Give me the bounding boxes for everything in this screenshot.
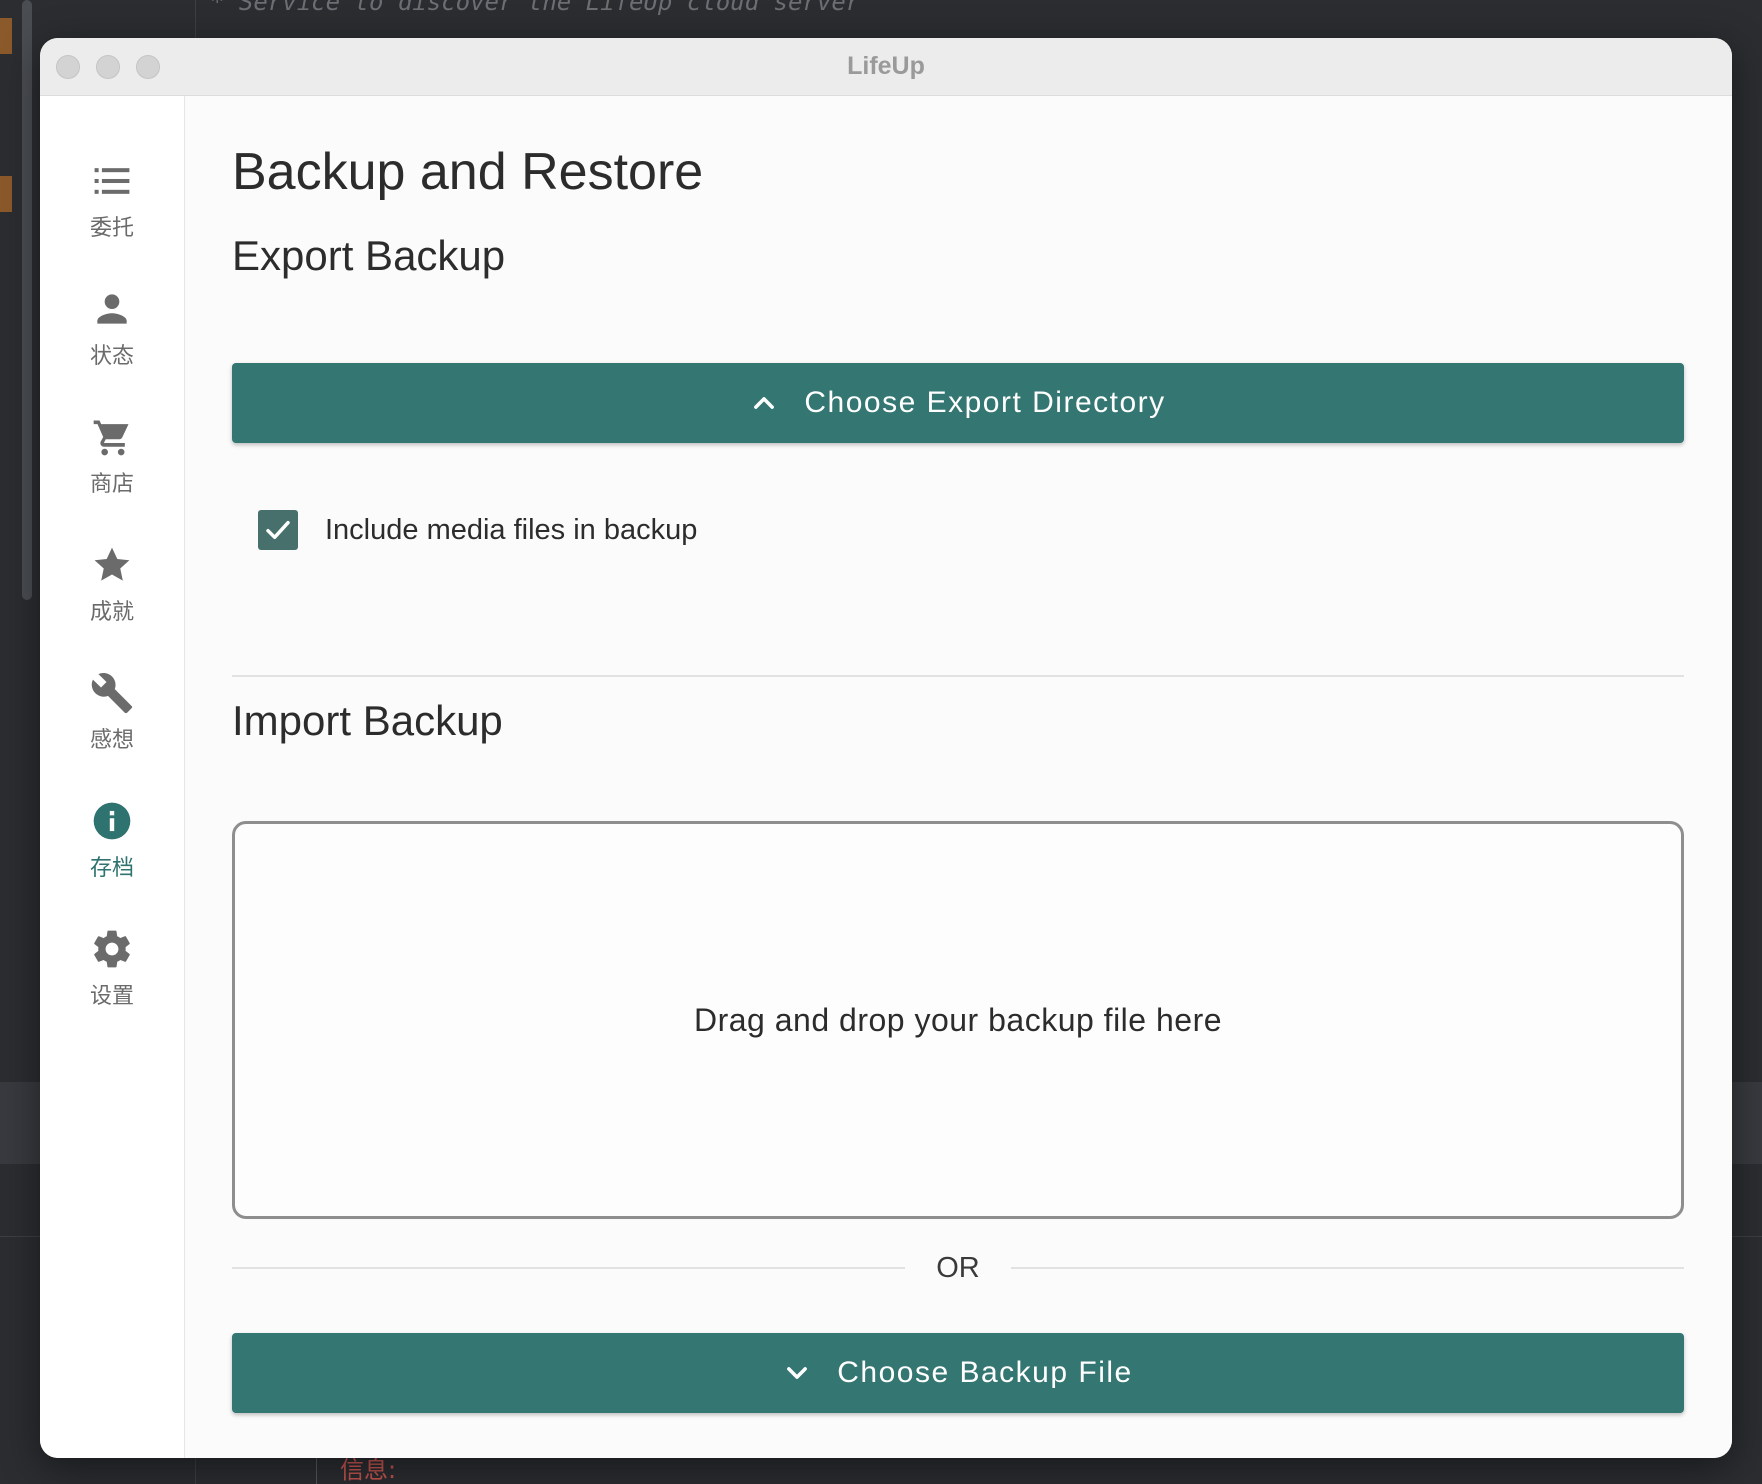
backup-dropzone[interactable]: Drag and drop your backup file here [232,821,1684,1219]
or-separator: OR [232,1248,1684,1288]
sidebar-item-label: 商店 [89,472,134,497]
sidebar-item-settings[interactable]: 设置 [40,916,184,1036]
button-label: Choose Export Directory [804,386,1166,419]
export-section-heading: Export Backup [232,232,506,279]
gear-icon [89,926,135,972]
separator-line [232,1267,905,1269]
include-media-label[interactable]: Include media files in backup [325,514,697,547]
sidebar-item-achievements[interactable]: 成就 [40,532,184,652]
window-title: LifeUp [847,52,925,80]
section-divider [232,675,1684,677]
editor-change-marker [0,176,12,212]
app-window: LifeUp 委托 状态 商店 成就 感想 存档 设置 Backup and R… [40,38,1732,1458]
titlebar[interactable]: LifeUp [40,38,1732,96]
choose-export-directory-button[interactable]: Choose Export Directory [232,363,1684,443]
sidebar-item-label: 感想 [89,728,134,753]
sidebar-item-label: 成就 [89,600,134,625]
sidebar-item-shop[interactable]: 商店 [40,404,184,524]
page-title: Backup and Restore [232,143,704,201]
button-label: Choose Backup File [837,1356,1133,1389]
chevron-up-icon [750,389,778,417]
cart-icon [89,414,135,460]
chevron-down-icon [783,1359,811,1387]
separator-line [1011,1267,1684,1269]
sidebar-item-quests[interactable]: 委托 [40,148,184,268]
wrench-icon [89,670,135,716]
person-icon [89,286,135,332]
sidebar-item-reflections[interactable]: 感想 [40,660,184,780]
editor-code-line: * Service to discover the LifeUp cloud s… [210,0,861,16]
check-icon [266,520,290,540]
import-section-heading: Import Backup [232,697,503,744]
star-icon [89,542,135,588]
sidebar-item-status[interactable]: 状态 [40,276,184,396]
sidebar-item-label: 存档 [89,856,134,881]
sidebar-item-archive[interactable]: 存档 [40,788,184,908]
sidebar: 委托 状态 商店 成就 感想 存档 设置 [40,96,185,1458]
sidebar-item-label: 设置 [89,984,134,1009]
sidebar-item-label: 状态 [89,344,134,369]
include-media-option: Include media files in backup [258,508,697,552]
or-text: OR [936,1252,980,1284]
list-icon [89,158,135,204]
editor-scrollbar[interactable] [22,0,32,600]
editor-change-marker [0,18,12,54]
include-media-checkbox[interactable] [258,510,298,550]
info-icon [89,798,135,844]
sidebar-item-label: 委托 [89,216,134,241]
choose-backup-file-button[interactable]: Choose Backup File [232,1333,1684,1413]
dropzone-text: Drag and drop your backup file here [693,1001,1223,1038]
main-content: Backup and Restore Export Backup Choose … [185,96,1732,1458]
